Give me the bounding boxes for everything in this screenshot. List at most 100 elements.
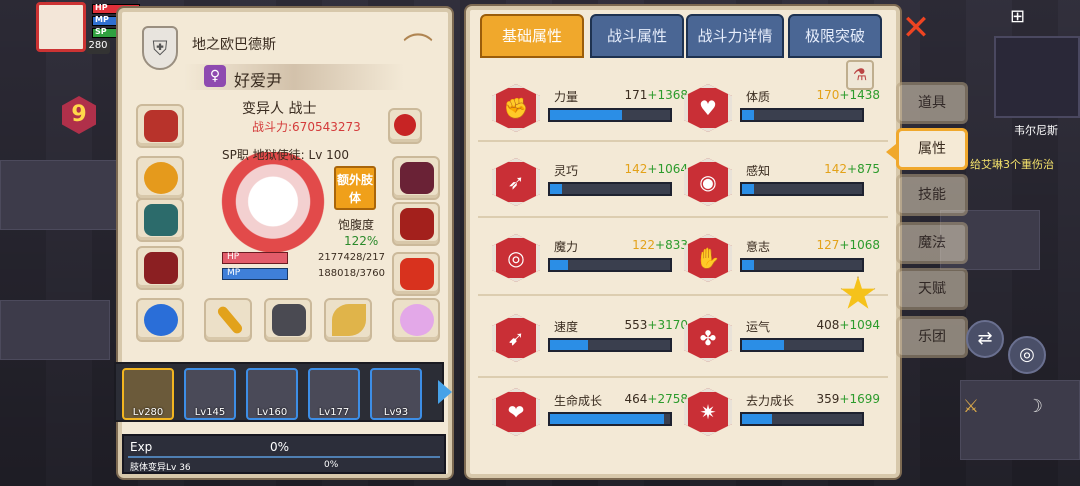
guild-name: 地之欧巴德斯 (192, 37, 276, 53)
row-divider (478, 376, 888, 378)
party-member-3[interactable]: Lv160 (246, 368, 298, 420)
clover-icon: ✤ (684, 314, 732, 362)
equip-slot-shoulder[interactable] (392, 156, 440, 200)
stat-base: 127 (816, 238, 840, 252)
stat-value: 359+1699 (770, 392, 881, 406)
equip-slot-accessory[interactable] (392, 298, 440, 342)
side-menu-skills[interactable]: 技能 (896, 174, 968, 216)
equip-slot-neck[interactable] (136, 156, 184, 200)
party-member-4[interactable]: Lv177 (308, 368, 360, 420)
stat-base: 464 (624, 392, 648, 406)
equip-slot-body[interactable] (136, 198, 184, 242)
cloak-icon (144, 252, 178, 284)
wardrobe-hanger-icon[interactable]: ⌒ (394, 24, 442, 67)
party-member-strip: Lv280 Lv145 Lv160 Lv177 Lv93 (114, 362, 444, 422)
attributes-panel: 基础属性 战斗属性 战斗力详情 极限突破 ⚗ ✊ 力量 171+1368 ♥ 体质 170… (466, 6, 900, 478)
beast-pauldron-icon (400, 162, 434, 194)
stat-base: 122 (632, 238, 656, 252)
body-icon: ♥ (684, 84, 732, 132)
equip-slot-emblem[interactable] (388, 108, 422, 144)
equip-slot-weapon[interactable] (204, 298, 252, 342)
stat-bar (548, 108, 672, 122)
amulet-icon (144, 162, 178, 194)
bow-skill-icon[interactable]: ☽ (1016, 390, 1054, 428)
network-icon[interactable]: ⊞ (1010, 6, 1025, 27)
wolf-head-icon (272, 304, 306, 336)
sword-icon[interactable]: ⚔ (952, 390, 990, 428)
floor-tile (0, 300, 110, 360)
stat-bonus: +1094 (839, 318, 880, 332)
bunny-charm-icon (400, 304, 434, 336)
side-menu-band[interactable]: 乐团 (896, 316, 968, 358)
exp-track (128, 456, 440, 458)
equip-slot-head[interactable] (136, 104, 184, 148)
side-menu-items[interactable]: 道具 (896, 82, 968, 124)
stat-bar (740, 258, 864, 272)
equip-slot-feet[interactable] (392, 252, 440, 296)
stat-bar-fill (550, 110, 622, 120)
close-icon[interactable]: ✕ (898, 10, 934, 46)
stat-base: 142 (624, 162, 648, 176)
bow-icon (332, 304, 366, 336)
stat-name: 意志 (746, 240, 771, 254)
row-divider (478, 294, 888, 296)
stat-bar-fill (550, 260, 568, 270)
party-member-2[interactable]: Lv145 (184, 368, 236, 420)
tab-basic-attributes[interactable]: 基础属性 (480, 14, 584, 58)
side-menu-magic[interactable]: 魔法 (896, 222, 968, 264)
tab-limit-break[interactable]: 极限突破 (788, 14, 882, 58)
tab-combat-attributes[interactable]: 战斗属性 (590, 14, 684, 58)
satiety-value: 122% (344, 234, 379, 248)
red-emblem-icon (394, 114, 416, 136)
stat-value: 171+1368 (578, 88, 689, 102)
side-menu-talent[interactable]: 天赋 (896, 268, 968, 310)
combat-power: 战斗力:670543273 (252, 120, 361, 134)
stat-name: 速度 (554, 320, 579, 334)
equip-slot-ranged[interactable] (324, 298, 372, 342)
row-divider (478, 216, 888, 218)
stat-base: 553 (624, 318, 648, 332)
stat-bonus: +2758 (647, 392, 688, 406)
character-sprite (218, 152, 328, 262)
minimap[interactable] (994, 36, 1080, 118)
party-member-1[interactable]: Lv280 (122, 368, 174, 420)
stat-base: 170 (816, 88, 840, 102)
stat-bar-fill (742, 340, 784, 350)
boots-icon (400, 258, 434, 290)
extra-limb-button[interactable]: 额外肢体 (334, 166, 376, 210)
stat-bonus: +1368 (647, 88, 688, 102)
combat-log: 给艾琳3个重伤治 (970, 158, 1054, 171)
character-name: 好爱尹 (234, 71, 283, 90)
party-scroll-right-icon[interactable] (438, 380, 452, 404)
stat-bar-fill (742, 414, 772, 424)
stat-name: 力量 (554, 90, 579, 104)
stat-value: 170+1438 (770, 88, 881, 102)
stat-base: 142 (824, 162, 848, 176)
stat-bar-fill (550, 340, 589, 350)
dragon-helm-icon (144, 110, 178, 142)
side-menu-attributes[interactable]: 属性 (896, 128, 968, 170)
star-growth-icon: ✷ (684, 388, 732, 436)
stat-bar-fill (742, 184, 754, 194)
stat-base: 171 (624, 88, 648, 102)
stat-value: 408+1094 (770, 318, 881, 332)
guild-emblem-icon: ⛨ (142, 26, 178, 70)
job-level: SP职 地狱使徒: Lv 100 (222, 148, 350, 162)
equip-slot-back[interactable] (136, 246, 184, 290)
stat-value: 122+833 (578, 238, 688, 252)
potion-flask-icon[interactable]: ⚗ (846, 60, 874, 90)
player-avatar[interactable] (36, 2, 86, 52)
equip-slot-belt[interactable] (392, 202, 440, 246)
target-icon[interactable]: ◎ (1008, 336, 1046, 374)
female-gender-icon: ♀ (204, 65, 226, 87)
exp-label: Exp (130, 440, 153, 454)
map-name: 韦尔尼斯 (1014, 124, 1058, 137)
mutation-percent: 0% (324, 460, 339, 470)
swap-icon[interactable]: ⇄ (966, 320, 1004, 358)
party-member-5[interactable]: Lv93 (370, 368, 422, 420)
eye-icon: ◉ (684, 158, 732, 206)
equip-slot-ring[interactable] (136, 298, 184, 342)
equip-slot-offhand[interactable] (264, 298, 312, 342)
tab-power-details[interactable]: 战斗力详情 (686, 14, 784, 58)
stat-bar-fill (550, 184, 562, 194)
